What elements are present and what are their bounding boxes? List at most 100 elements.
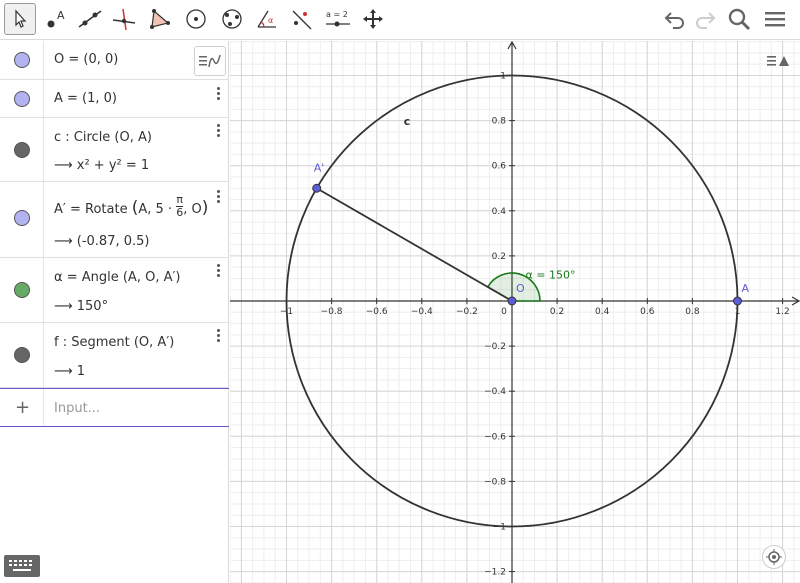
graphics-canvas[interactable]: −1 −0.8 −0.6 −0.4 −0.2 0 0.2 0.4 0.6 0.8 1 1.210.80… (229, 40, 800, 583)
move-arrows-icon (363, 9, 383, 29)
slider-icon: a = 2 (326, 10, 350, 27)
standard-view-button[interactable] (762, 545, 786, 569)
search-icon (728, 8, 751, 31)
polygon-tool-button[interactable] (143, 3, 175, 35)
x-tick-label: 1.2 (775, 307, 789, 317)
more-options-icon[interactable] (215, 264, 221, 278)
more-options-icon[interactable] (215, 87, 221, 101)
point-A-prime[interactable] (312, 183, 322, 193)
rotate-center-arg: , O (183, 202, 202, 217)
add-icon[interactable]: + (15, 397, 30, 418)
visibility-marble[interactable] (14, 52, 30, 68)
point-A[interactable] (733, 296, 742, 306)
definition-A-prime[interactable]: A′ = Rotate (A, 5 · π 6 , O) (54, 194, 209, 219)
angle-icon: α (257, 10, 276, 28)
algebra-input-field[interactable]: Input... (54, 401, 100, 416)
y-tick-label: 0.6 (492, 162, 507, 172)
point-A-label: A (742, 282, 750, 295)
circle-c-label: c (404, 115, 411, 128)
definition-A[interactable]: A = (1, 0) (54, 91, 117, 106)
circle-three-points-icon (222, 9, 242, 29)
line-icon (78, 10, 102, 28)
home-target-icon (766, 549, 782, 565)
visibility-marble[interactable] (14, 91, 30, 107)
visibility-marble[interactable] (14, 210, 30, 226)
x-tick-label: 0.4 (595, 307, 610, 317)
y-tick-label: −0.2 (484, 342, 506, 352)
svg-text:A: A (57, 9, 65, 22)
x-tick-label: 0.6 (640, 307, 655, 317)
algebra-input-row[interactable]: + Input... (0, 388, 229, 427)
more-options-icon[interactable] (215, 190, 221, 204)
algebra-row-alpha[interactable]: α = Angle (A, O, A′) ⟶ 150° (0, 258, 229, 323)
algebra-row-A-prime[interactable]: A′ = Rotate (A, 5 · π 6 , O) ⟶ (-0.87, 0… (0, 182, 229, 258)
output-A-prime: ⟶ (-0.87, 0.5) (54, 234, 150, 249)
y-tick-label: 0.4 (492, 207, 507, 217)
visibility-marble[interactable] (14, 142, 30, 158)
algebra-description-icon (199, 54, 221, 68)
graphics-style-bar-button[interactable] (762, 46, 794, 76)
point-O[interactable] (507, 296, 517, 306)
perpendicular-line-tool-button[interactable] (108, 3, 140, 35)
move-graphics-view-tool-button[interactable] (357, 3, 389, 35)
keyboard-button[interactable] (4, 555, 40, 577)
undo-icon (664, 12, 684, 29)
x-tick-label: −0.4 (411, 307, 433, 317)
menu-icon (765, 12, 785, 27)
output-f: ⟶ 1 (54, 364, 86, 379)
algebra-row-f[interactable]: f : Segment (O, A′) ⟶ 1 (0, 323, 229, 388)
toolbar: A α a = 2 (0, 0, 800, 40)
main-menu-button[interactable] (760, 4, 790, 34)
y-tick-label: −0.4 (484, 387, 506, 397)
cursor-arrow-icon (15, 9, 27, 28)
search-button[interactable] (724, 4, 754, 34)
output-c: ⟶ x² + y² = 1 (54, 158, 150, 173)
definition-O[interactable]: O = (0, 0) (54, 52, 118, 67)
visibility-marble[interactable] (14, 282, 30, 298)
more-options-icon[interactable] (215, 124, 221, 138)
definition-alpha[interactable]: α = Angle (A, O, A′) (54, 270, 181, 285)
y-tick-label: −0.6 (484, 432, 506, 442)
more-options-icon[interactable] (215, 329, 221, 343)
algebra-view: O = (0, 0) A = (1, 0) c : Circle (O, A) … (0, 41, 229, 583)
graphics-style-icon (767, 56, 789, 66)
point-O-label: O (516, 282, 525, 295)
x-tick-label: −0.8 (321, 307, 343, 317)
definition-prefix: A′ = Rotate (54, 202, 128, 217)
definition-c[interactable]: c : Circle (O, A) (54, 130, 152, 145)
algebra-row-c[interactable]: c : Circle (O, A) ⟶ x² + y² = 1 (0, 118, 229, 182)
keyboard-icon (9, 560, 32, 571)
svg-text:a = 2: a = 2 (326, 10, 348, 19)
line-tool-button[interactable] (74, 3, 106, 35)
algebra-row-A[interactable]: A = (1, 0) (0, 80, 229, 118)
rotate-args: A, 5 · (138, 202, 173, 217)
slider-tool-button[interactable]: a = 2 (322, 3, 354, 35)
algebra-style-toggle-button[interactable] (194, 46, 226, 76)
point-tool-button[interactable]: A (40, 3, 72, 35)
reflect-tool-button[interactable] (286, 3, 318, 35)
perpendicular-icon (112, 8, 136, 31)
definition-f[interactable]: f : Segment (O, A′) (54, 335, 174, 350)
redo-icon (696, 12, 716, 29)
x-tick-label: −0.2 (456, 307, 478, 317)
undo-button[interactable] (660, 4, 690, 34)
angle-tool-button[interactable]: α (251, 3, 283, 35)
circle-center-icon (186, 9, 206, 29)
y-tick-label: −0.8 (484, 477, 506, 487)
circle-three-points-tool-button[interactable] (216, 3, 248, 35)
visibility-marble[interactable] (14, 347, 30, 363)
move-tool-button[interactable] (4, 3, 36, 35)
angle-alpha-label: α = 150° (526, 268, 576, 281)
circle-center-point-tool-button[interactable] (180, 3, 212, 35)
x-tick-label: 0 (501, 307, 507, 317)
output-alpha: ⟶ 150° (54, 299, 109, 314)
close-paren: ) (201, 198, 209, 218)
reflect-line-icon (292, 10, 312, 30)
y-tick-label: 0.2 (492, 252, 506, 262)
graphics-view[interactable]: −1 −0.8 −0.6 −0.4 −0.2 0 0.2 0.4 0.6 0.8 1 1.2 1 0.8 0… (229, 40, 800, 583)
y-tick-label: −1 (493, 523, 506, 533)
redo-button[interactable] (690, 4, 720, 34)
point-icon: A (47, 9, 65, 28)
polygon-icon (150, 9, 170, 29)
y-tick-label: −1.2 (484, 568, 506, 578)
